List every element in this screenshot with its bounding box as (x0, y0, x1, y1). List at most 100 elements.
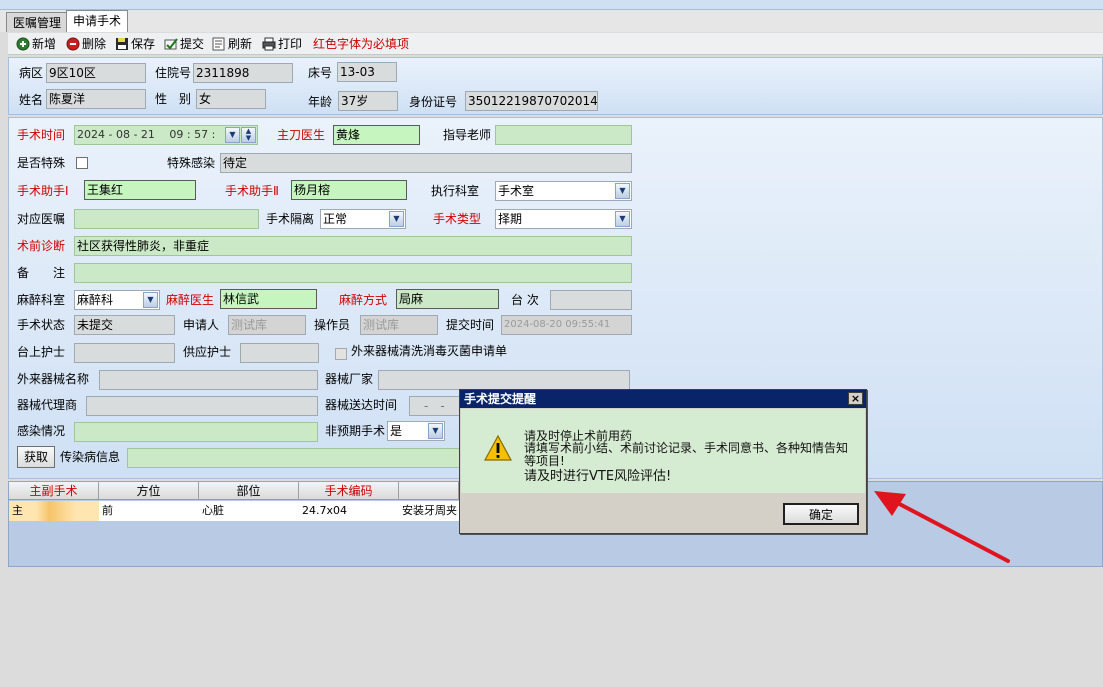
chevron-down-icon[interactable]: ▼ (615, 211, 630, 227)
remark-field[interactable] (74, 263, 632, 283)
contagion-field[interactable] (127, 448, 462, 468)
grid-header-main[interactable]: 主副手术 (9, 482, 99, 500)
type-select[interactable]: 择期 ▼ (495, 209, 632, 229)
instructor-field[interactable] (495, 125, 632, 145)
unplanned-select[interactable]: 是 ▼ (387, 421, 445, 441)
ext-name-label: 外来器械名称 (17, 372, 90, 386)
submit-time-field: 2024-08-20 09:55:41 (501, 315, 632, 335)
toolbar: 新增 删除 保存 提交 刷新 打印 红色字体为必填项 (8, 33, 1103, 55)
new-button[interactable]: 新增 (16, 35, 56, 53)
tab-order-management[interactable]: 医嘱管理 (6, 12, 69, 32)
cell-site: 心脏 (202, 504, 224, 517)
diagnosis-field[interactable]: 社区获得性肺炎，非重症 (74, 236, 632, 256)
id-field: 350122198707020145 (465, 91, 598, 111)
warning-icon (483, 434, 513, 462)
admission-field: 2311898 (193, 63, 293, 83)
assistant2-field[interactable]: 杨月榕 (291, 180, 407, 200)
ok-button[interactable]: 确定 (783, 503, 859, 525)
name-field: 陈夏洋 (46, 89, 146, 109)
order-label: 对应医嘱 (17, 212, 66, 226)
close-icon[interactable]: × (848, 392, 863, 405)
chevron-down-icon[interactable]: ▼ (389, 211, 404, 227)
dialog-body: 请及时停止术前用药 请填写术前小结、术前讨论记录、手术同意书、各种知情告知等项目… (461, 409, 865, 493)
dialog-line-2: 请填写术前小结、术前讨论记录、手术同意书、各种知情告知等项目! (524, 441, 849, 468)
isolation-label: 手术隔离 (266, 212, 315, 226)
surgeon-field[interactable]: 黄烽 (333, 125, 420, 145)
supply-nurse-field (240, 343, 319, 363)
anes-dept-select[interactable]: 麻醉科 ▼ (74, 290, 160, 310)
save-label: 保存 (131, 37, 156, 51)
instructor-label: 指导老师 (443, 128, 492, 142)
agent-field (86, 396, 318, 416)
tab-surgery-request[interactable]: 申请手术 (66, 10, 129, 32)
gender-label: 性 别 (155, 92, 192, 106)
external-wash-label: 外来器械清洗消毒灭菌申请单 (351, 344, 508, 358)
print-label: 打印 (278, 37, 303, 51)
id-label: 身份证号 (409, 95, 458, 109)
dept-label: 执行科室 (431, 184, 480, 198)
special-label: 是否特殊 (17, 156, 66, 170)
submit-reminder-dialog: 手术提交提醒 × 请及时停止术前用药 请填写术前小结、术前讨论记录、手术同意书、… (459, 389, 867, 534)
remark-label: 备 注 (17, 266, 66, 280)
grid-header-name[interactable] (399, 482, 459, 500)
anes-method-field[interactable]: 局麻 (396, 289, 499, 309)
status-label: 手术状态 (17, 318, 66, 332)
infection-label: 感染情况 (17, 424, 66, 438)
fetch-button[interactable]: 获取 (17, 446, 55, 468)
grid-header-site[interactable]: 部位 (199, 482, 299, 500)
assistant1-label: 手术助手Ⅰ (17, 184, 69, 198)
dept-value: 手术室 (498, 184, 535, 198)
spin-updown-icon[interactable]: ▲ ▼ (241, 127, 256, 143)
supply-nurse-label: 供应护士 (183, 345, 232, 359)
operator-field: 测试库 (360, 315, 438, 335)
age-label: 年龄 (308, 95, 333, 109)
manufacturer-field (378, 370, 630, 390)
chevron-down-icon[interactable]: ▼ (143, 292, 158, 308)
order-field[interactable] (74, 209, 259, 229)
table-no-field (550, 290, 632, 310)
surgery-time-picker[interactable]: 2024 - 08 - 21 09 : 57 : ▼ ▲ ▼ (74, 125, 258, 145)
special-infection-field: 待定 (220, 153, 632, 173)
surgeon-label: 主刀医生 (277, 128, 326, 142)
floppy-icon (115, 37, 129, 51)
special-checkbox[interactable] (76, 157, 88, 169)
chevron-down-icon[interactable]: ▼ (225, 127, 240, 143)
new-label: 新增 (32, 37, 57, 51)
assistant1-field[interactable]: 王集红 (84, 180, 196, 200)
delete-button[interactable]: 删除 (66, 35, 106, 53)
cell-code: 24.7x04 (302, 504, 347, 517)
refresh-button[interactable]: 刷新 (212, 35, 252, 53)
table-row[interactable]: 主 前 心脏 24.7x04 安装牙周夹 (9, 501, 459, 521)
assistant2-label: 手术助手Ⅱ (225, 184, 279, 198)
refresh-label: 刷新 (228, 37, 253, 51)
contagion-label: 传染病信息 (60, 450, 121, 464)
diagnosis-label: 术前诊断 (17, 239, 66, 253)
unplanned-value: 是 (390, 424, 403, 438)
applicant-label: 申请人 (183, 318, 220, 332)
delete-label: 删除 (82, 37, 107, 51)
anes-doctor-field[interactable]: 林信武 (220, 289, 317, 309)
cell-side: 前 (102, 504, 113, 517)
required-note: 红色字体为必填项 (313, 37, 410, 51)
dept-select[interactable]: 手术室 ▼ (495, 181, 632, 201)
ext-name-field (99, 370, 318, 390)
applicant-field: 测试库 (228, 315, 306, 335)
grid-header-code[interactable]: 手术编码 (299, 482, 399, 500)
infection-field[interactable] (74, 422, 318, 442)
ward-label: 病区 (19, 66, 44, 80)
save-button[interactable]: 保存 (115, 35, 155, 53)
operator-label: 操作员 (314, 318, 351, 332)
refresh-icon (212, 37, 226, 51)
name-label: 姓名 (19, 93, 44, 107)
annotation-arrow (874, 491, 1010, 563)
chevron-down-icon[interactable]: ▼ (428, 423, 443, 439)
grid-header-side[interactable]: 方位 (99, 482, 199, 500)
submit-button[interactable]: 提交 (164, 35, 204, 53)
tab-bar: 医嘱管理 申请手术 (0, 10, 1103, 32)
table-no-label: 台 次 (511, 293, 539, 307)
chevron-down-icon[interactable]: ▼ (615, 183, 630, 199)
print-button[interactable]: 打印 (262, 35, 302, 53)
admission-label: 住院号 (155, 66, 192, 80)
external-wash-checkbox[interactable] (335, 348, 347, 360)
isolation-select[interactable]: 正常 ▼ (320, 209, 406, 229)
